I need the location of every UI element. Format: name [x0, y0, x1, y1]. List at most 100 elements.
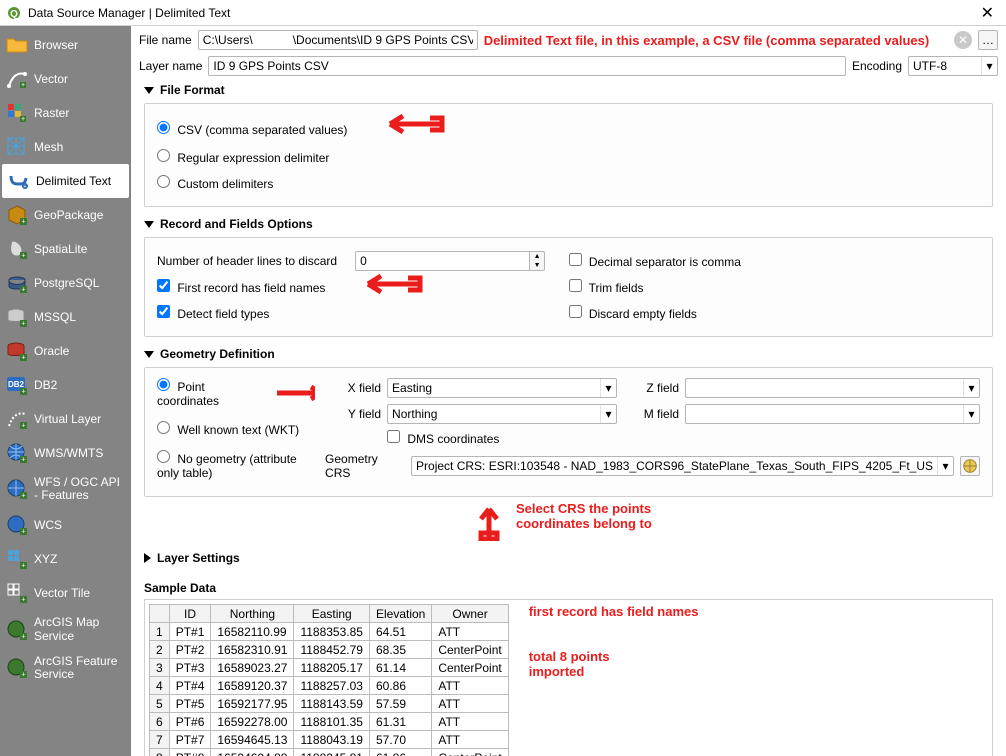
- sidebar-item-wms[interactable]: + WMS/WMTS: [0, 436, 131, 470]
- svg-text:+: +: [21, 423, 25, 430]
- table-header-row: ID Northing Easting Elevation Owner: [150, 605, 509, 623]
- geopackage-icon: +: [6, 204, 28, 226]
- checkbox-discard-empty[interactable]: Discard empty fields: [569, 305, 697, 321]
- file-name-input[interactable]: [198, 30, 478, 50]
- row-number: 5: [150, 695, 170, 713]
- sidebar-item-arcgis-map[interactable]: + ArcGIS Map Service: [0, 610, 131, 648]
- z-field-select[interactable]: ▾: [685, 378, 980, 398]
- cell-id: PT#6: [169, 713, 211, 731]
- discard-spinbox[interactable]: ▲▼: [355, 251, 545, 271]
- cell-easting: 1188143.59: [294, 695, 370, 713]
- geometry-header[interactable]: Geometry Definition: [144, 347, 993, 361]
- sidebar-item-label: XYZ: [34, 552, 57, 566]
- sidebar-item-xyz[interactable]: + XYZ: [0, 542, 131, 576]
- table-row: 5PT#516592177.951188143.5957.59ATT: [150, 695, 509, 713]
- cell-elevation: 60.86: [369, 677, 431, 695]
- x-field-select[interactable]: Easting▾: [387, 378, 617, 398]
- sidebar-item-mssql[interactable]: + MSSQL: [0, 300, 131, 334]
- crs-select[interactable]: Project CRS: ESRI:103548 - NAD_1983_CORS…: [411, 456, 954, 476]
- xyz-icon: +: [6, 548, 28, 570]
- spin-down-icon[interactable]: ▼: [530, 261, 544, 270]
- row-number: 4: [150, 677, 170, 695]
- sidebar-item-arcgis-feature[interactable]: + ArcGIS Feature Service: [0, 649, 131, 687]
- checkbox-decimal-comma[interactable]: Decimal separator is comma: [569, 253, 741, 269]
- sidebar-item-label: Browser: [34, 38, 78, 52]
- cell-easting: 1188101.35: [294, 713, 370, 731]
- radio-regex[interactable]: Regular expression delimiter: [157, 149, 329, 165]
- sidebar-item-browser[interactable]: Browser: [0, 28, 131, 62]
- sample-data-table: ID Northing Easting Elevation Owner 1PT#…: [149, 604, 509, 756]
- cell-elevation: 57.70: [369, 731, 431, 749]
- y-field-select[interactable]: Northing▾: [387, 404, 617, 424]
- file-format-header[interactable]: File Format: [144, 83, 993, 97]
- m-field-select[interactable]: ▾: [685, 404, 980, 424]
- spin-up-icon[interactable]: ▲: [530, 252, 544, 261]
- svg-text:+: +: [21, 597, 25, 604]
- cell-owner: CenterPoint: [432, 659, 508, 677]
- sidebar-item-raster[interactable]: + Raster: [0, 96, 131, 130]
- sidebar-item-label: MSSQL: [34, 310, 76, 324]
- svg-text:+: +: [21, 493, 25, 500]
- red-arrow-annotation: [353, 274, 423, 300]
- radio-wkt[interactable]: Well known text (WKT): [157, 421, 299, 437]
- sidebar-item-wcs[interactable]: + WCS: [0, 508, 131, 542]
- sidebar-item-postgresql[interactable]: + PostgreSQL: [0, 266, 131, 300]
- checkbox-dms[interactable]: DMS coordinates: [387, 430, 499, 446]
- svg-text:+: +: [21, 116, 25, 123]
- sidebar-item-label: Mesh: [34, 140, 63, 154]
- svg-text:+: +: [21, 529, 25, 536]
- sidebar-item-vector[interactable]: + Vector: [0, 62, 131, 96]
- sidebar-item-wfs[interactable]: + WFS / OGC API - Features: [0, 470, 131, 508]
- table-row: 3PT#316589023.271188205.1761.14CenterPoi…: [150, 659, 509, 677]
- checkbox-trim-fields[interactable]: Trim fields: [569, 279, 644, 295]
- svg-text:Q: Q: [10, 9, 18, 20]
- arcgis-map-icon: +: [6, 619, 28, 641]
- svg-text:+: +: [21, 389, 25, 396]
- cell-northing: 16594604.88: [211, 749, 294, 756]
- sidebar-item-spatialite[interactable]: + SpatiaLite: [0, 232, 131, 266]
- svg-text:+: +: [21, 82, 25, 89]
- checkbox-detect-types[interactable]: Detect field types: [157, 305, 269, 321]
- crs-picker-button[interactable]: [960, 456, 980, 476]
- cell-owner: ATT: [432, 713, 508, 731]
- sidebar-item-vector-tile[interactable]: + Vector Tile: [0, 576, 131, 610]
- cell-northing: 16582110.99: [211, 623, 294, 641]
- sidebar-item-oracle[interactable]: + Oracle: [0, 334, 131, 368]
- radio-custom[interactable]: Custom delimiters: [157, 175, 273, 191]
- layer-name-input[interactable]: [208, 56, 846, 76]
- checkbox-first-record[interactable]: First record has field names: [157, 279, 325, 295]
- record-fields-header[interactable]: Record and Fields Options: [144, 217, 993, 231]
- file-name-label: File name: [139, 33, 192, 47]
- file-format-title: File Format: [160, 83, 225, 97]
- sidebar-item-db2[interactable]: DB2+ DB2: [0, 368, 131, 402]
- encoding-select[interactable]: UTF-8 ▾: [908, 56, 998, 76]
- cell-elevation: 57.59: [369, 695, 431, 713]
- sidebar-item-mesh[interactable]: Mesh: [0, 130, 131, 164]
- cell-id: PT#4: [169, 677, 211, 695]
- disclosure-down-icon: [144, 351, 154, 358]
- sidebar-item-label: PostgreSQL: [34, 276, 99, 290]
- sidebar-item-label: ArcGIS Feature Service: [34, 655, 125, 681]
- sidebar-item-label: Vector Tile: [34, 586, 90, 600]
- cell-northing: 16594645.13: [211, 731, 294, 749]
- sidebar-item-virtual-layer[interactable]: + Virtual Layer: [0, 402, 131, 436]
- discard-input[interactable]: [355, 251, 529, 271]
- radio-csv[interactable]: CSV (comma separated values): [157, 121, 347, 137]
- chevron-down-icon: ▾: [981, 57, 997, 75]
- cell-id: PT#3: [169, 659, 211, 677]
- svg-text:+: +: [21, 253, 25, 260]
- delimited-text-icon: +: [8, 170, 30, 192]
- radio-no-geom[interactable]: No geometry (attribute only table): [157, 450, 315, 480]
- layer-settings-header[interactable]: Layer Settings: [144, 551, 993, 565]
- row-number-header: [150, 605, 170, 623]
- row-number: 3: [150, 659, 170, 677]
- radio-point-coords[interactable]: Point coordinates: [157, 378, 245, 408]
- window-title: Data Source Manager | Delimited Text: [28, 6, 975, 20]
- cell-id: PT#5: [169, 695, 211, 713]
- clear-file-button[interactable]: ✕: [954, 31, 972, 49]
- cell-owner: ATT: [432, 677, 508, 695]
- close-button[interactable]: ✕: [975, 3, 1000, 23]
- sidebar-item-delimited-text[interactable]: + Delimited Text: [2, 164, 129, 198]
- sidebar-item-geopackage[interactable]: + GeoPackage: [0, 198, 131, 232]
- browse-file-button[interactable]: …: [978, 30, 998, 50]
